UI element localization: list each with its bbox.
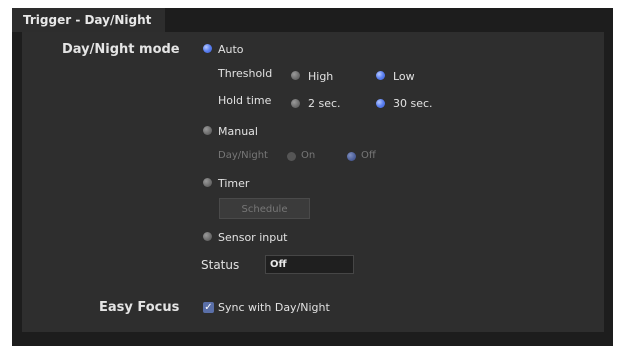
manual-on-label: On <box>301 150 316 161</box>
status-label: Status <box>201 258 240 272</box>
schedule-button[interactable]: Schedule <box>219 198 310 219</box>
hold-time-label: Hold time <box>218 94 272 107</box>
tab-trigger-day-night[interactable]: Trigger - Day/Night <box>12 8 165 32</box>
hold-time-2sec-label: 2 sec. <box>308 97 341 110</box>
manual-off-label: Off <box>361 150 376 161</box>
sync-checkbox-label: Sync with Day/Night <box>218 301 330 314</box>
hold-time-30sec-radio[interactable] <box>376 99 385 108</box>
threshold-high-label: High <box>308 70 334 83</box>
threshold-high-radio[interactable] <box>291 71 300 80</box>
manual-on-radio[interactable] <box>287 152 296 161</box>
hold-time-2sec-radio[interactable] <box>291 99 300 108</box>
status-field: Off <box>265 255 354 274</box>
manual-label: Manual <box>218 125 258 138</box>
threshold-label: Threshold <box>218 67 273 80</box>
day-night-mode-label: Day/Night mode <box>62 42 180 57</box>
hold-time-30sec-label: 30 sec. <box>393 97 433 110</box>
timer-radio[interactable] <box>203 178 212 187</box>
manual-day-night-label: Day/Night <box>218 150 268 161</box>
timer-label: Timer <box>218 177 250 190</box>
manual-off-radio[interactable] <box>347 152 356 161</box>
auto-label: Auto <box>218 43 244 56</box>
threshold-low-label: Low <box>393 70 415 83</box>
sensor-input-label: Sensor input <box>218 231 288 244</box>
manual-radio[interactable] <box>203 126 212 135</box>
auto-radio[interactable] <box>203 44 212 53</box>
sync-checkbox[interactable]: ✓ <box>203 302 214 313</box>
easy-focus-label: Easy Focus <box>99 300 180 315</box>
sensor-input-radio[interactable] <box>203 232 212 241</box>
threshold-low-radio[interactable] <box>376 71 385 80</box>
